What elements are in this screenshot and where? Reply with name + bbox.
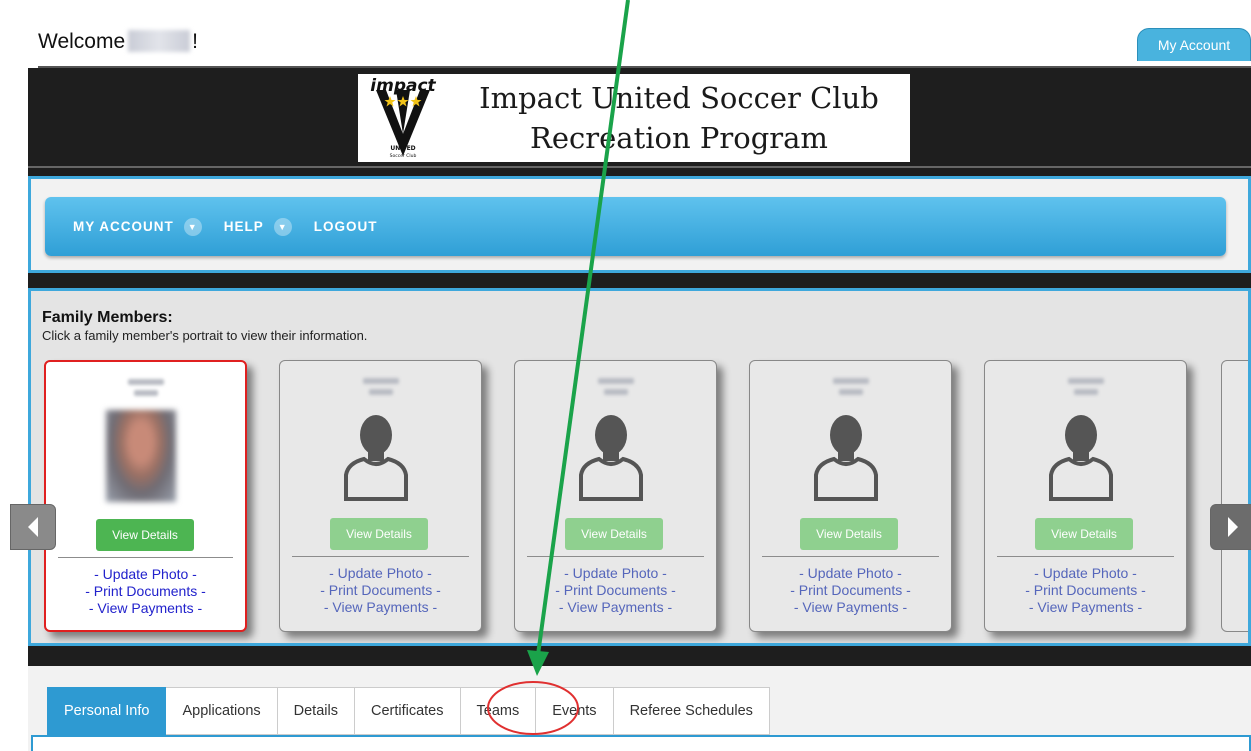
tab-content-area [31,735,1251,751]
member-name-redacted [280,378,481,402]
tab-events[interactable]: Events [536,687,614,735]
family-member-card[interactable]: View Details - Update Photo - - Print Do… [44,360,247,632]
member-name-redacted [750,378,951,402]
family-member-card[interactable]: View Details - Update Photo - - Print Do… [514,360,717,632]
print-documents-link[interactable]: - Print Documents - [750,582,951,599]
chevron-down-icon[interactable]: ▼ [183,217,202,236]
tab-personal-info[interactable]: Personal Info [47,687,167,735]
tab-teams[interactable]: Teams [460,687,537,735]
default-portrait-icon[interactable] [575,409,647,501]
member-links: - Update Photo - - Print Documents - - V… [515,565,716,616]
default-portrait-icon[interactable] [1045,409,1117,501]
club-banner: impact UNITED Soccer Club Impact United … [358,74,910,162]
view-payments-link[interactable]: - View Payments - [46,600,245,617]
nav-logout-label: LOGOUT [313,219,378,234]
print-documents-link[interactable]: - Print Documents - [46,583,245,600]
print-documents-link[interactable]: - Print Documents - [515,582,716,599]
arrow-left-icon [28,517,38,537]
family-member-card[interactable]: View Details - Update Photo - - Print Do… [279,360,482,632]
update-photo-link[interactable]: - Update Photo - [280,565,481,582]
member-links: - Update Photo - - Print Documents - - V… [750,565,951,616]
default-portrait-icon[interactable] [340,409,412,501]
view-payments-link[interactable]: - View Payments - [515,599,716,616]
card-divider [58,557,233,558]
view-details-button[interactable]: View Details [96,519,194,551]
family-member-card-partial[interactable] [1221,360,1248,632]
member-name-redacted [46,379,245,403]
nav-help-label: HELP [223,219,264,234]
chevron-down-icon[interactable]: ▼ [273,217,292,236]
welcome-suffix: ! [192,30,198,53]
member-photo[interactable] [106,410,176,502]
print-documents-link[interactable]: - Print Documents - [280,582,481,599]
member-name-redacted [985,378,1186,402]
update-photo-link[interactable]: - Update Photo - [46,566,245,583]
member-links: - Update Photo - - Print Documents - - V… [46,566,245,617]
tab-certificates[interactable]: Certificates [354,687,461,735]
default-portrait-icon[interactable] [810,409,882,501]
banner-title: Impact United Soccer Club Recreation Pro… [454,78,904,158]
nav-help[interactable]: HELP ▼ [223,217,292,236]
welcome-prefix: Welcome [38,30,126,53]
page-frame: Welcome! My Account impact UNITED Soccer… [28,0,1251,751]
welcome-message: Welcome! [38,30,198,54]
logo-sub: UNITED [390,145,415,152]
family-members-subtitle: Click a family member's portrait to view… [42,328,368,343]
tab-applications[interactable]: Applications [166,687,278,735]
card-divider [997,556,1174,557]
logo-sub2: Soccer Club [390,153,417,159]
arrow-right-icon [1228,517,1238,537]
user-name-redacted [128,30,191,52]
tabs-panel: Personal Info Applications Details Certi… [28,666,1251,751]
banner-title-line1: Impact United Soccer Club [479,81,879,115]
logo-word: impact [370,76,436,96]
family-member-card[interactable]: View Details - Update Photo - - Print Do… [749,360,952,632]
view-payments-link[interactable]: - View Payments - [750,599,951,616]
card-divider [762,556,939,557]
tab-referee-schedules[interactable]: Referee Schedules [613,687,770,735]
member-name-redacted [515,378,716,402]
family-members-title: Family Members: [42,309,173,326]
view-payments-link[interactable]: - View Payments - [985,599,1186,616]
view-payments-link[interactable]: - View Payments - [280,599,481,616]
nav-logout[interactable]: LOGOUT [314,219,378,234]
print-documents-link[interactable]: - Print Documents - [985,582,1186,599]
update-photo-link[interactable]: - Update Photo - [985,565,1186,582]
header-divider [38,66,1251,68]
family-member-card[interactable]: View Details - Update Photo - - Print Do… [984,360,1187,632]
card-divider [292,556,469,557]
nav-panel: MY ACCOUNT ▼ HELP ▼ LOGOUT [28,176,1251,273]
member-links: - Update Photo - - Print Documents - - V… [280,565,481,616]
carousel-prev-button[interactable] [10,504,56,550]
update-photo-link[interactable]: - Update Photo - [750,565,951,582]
view-details-button[interactable]: View Details [800,518,898,550]
tab-details[interactable]: Details [277,687,355,735]
banner-divider [28,166,1251,168]
club-logo: impact UNITED Soccer Club [370,76,436,159]
update-photo-link[interactable]: - Update Photo - [515,565,716,582]
banner-title-line2: Recreation Program [530,121,828,155]
carousel-next-button[interactable] [1210,504,1251,550]
member-links: - Update Photo - - Print Documents - - V… [985,565,1186,616]
my-account-tab[interactable]: My Account [1137,28,1251,61]
family-members-panel: Family Members: Click a family member's … [28,288,1251,646]
main-nav-bar: MY ACCOUNT ▼ HELP ▼ LOGOUT [45,197,1226,256]
welcome-bar: Welcome! My Account [28,0,1251,68]
nav-my-account[interactable]: MY ACCOUNT ▼ [73,217,202,236]
nav-my-account-label: MY ACCOUNT [73,219,174,234]
view-details-button[interactable]: View Details [1035,518,1133,550]
view-details-button[interactable]: View Details [565,518,663,550]
view-details-button[interactable]: View Details [330,518,428,550]
card-divider [527,556,704,557]
profile-tabs: Personal Info Applications Details Certi… [47,687,770,735]
